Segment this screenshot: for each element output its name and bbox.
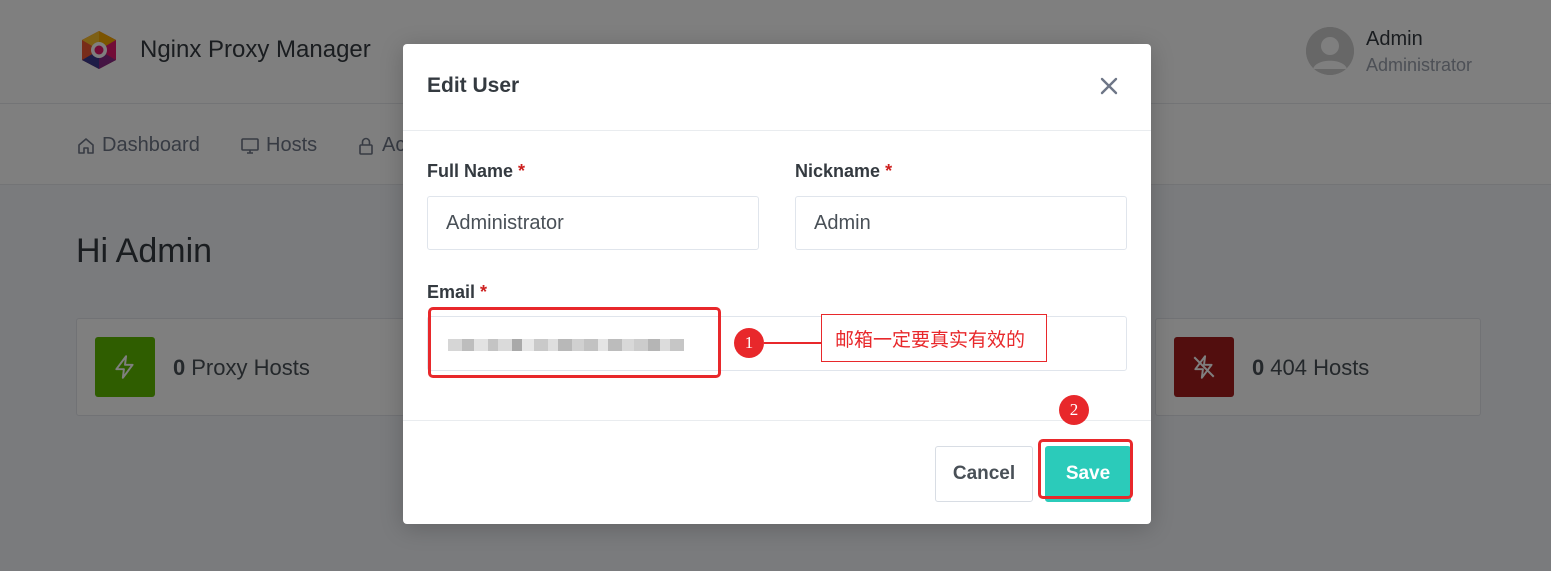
cancel-button[interactable]: Cancel xyxy=(935,446,1033,502)
annotation-badge-1: 1 xyxy=(734,328,764,358)
nickname-input[interactable] xyxy=(795,196,1127,250)
modal-title: Edit User xyxy=(427,74,520,97)
nickname-label: Nickname * xyxy=(795,161,893,181)
modal-header: Edit User xyxy=(403,44,1151,131)
email-label: Email * xyxy=(427,282,488,302)
full-name-label: Full Name * xyxy=(427,161,526,181)
annotation-highlight-email xyxy=(428,307,721,378)
full-name-input[interactable] xyxy=(427,196,759,250)
close-icon[interactable] xyxy=(1097,74,1121,98)
annotation-badge-2: 2 xyxy=(1059,395,1089,425)
annotation-connector xyxy=(764,342,821,344)
annotation-callout: 邮箱一定要真实有效的 xyxy=(821,314,1047,362)
annotation-highlight-save xyxy=(1038,439,1133,499)
